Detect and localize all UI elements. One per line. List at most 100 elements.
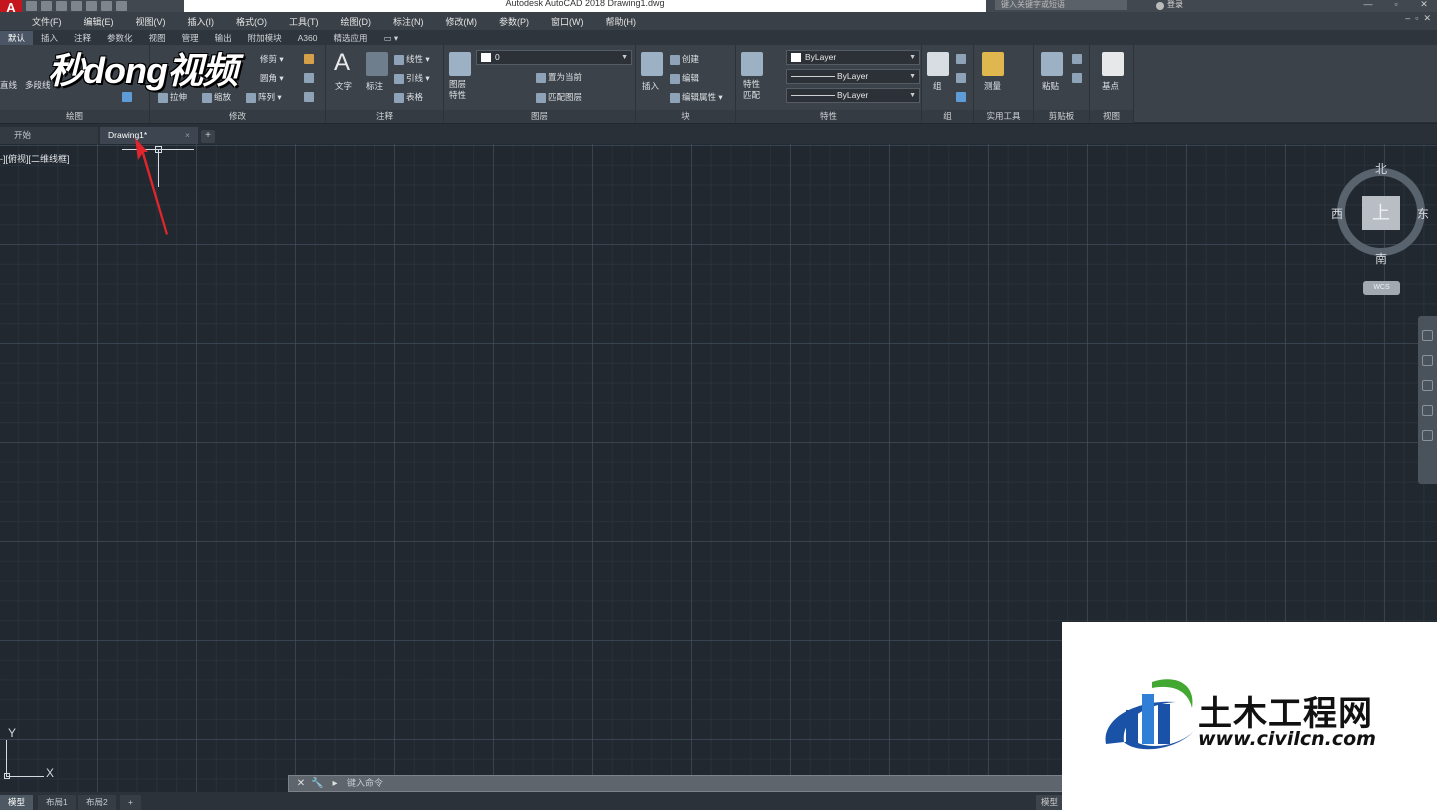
match-properties-button[interactable]: 特性 匹配 xyxy=(743,79,760,101)
menu-insert[interactable]: 插入(I) xyxy=(188,15,215,28)
lineweight-dropdown[interactable]: ByLayer ▼ xyxy=(786,88,920,103)
pan-icon[interactable] xyxy=(1422,355,1433,366)
match-layer-button[interactable]: 匹配图层 xyxy=(536,91,582,103)
showmotion-icon[interactable] xyxy=(1422,430,1433,441)
viewcube[interactable]: 上 北 南 东 西 xyxy=(1331,162,1429,266)
tab-default[interactable]: 默认 xyxy=(0,31,34,45)
menu-dimension[interactable]: 标注(N) xyxy=(393,15,424,28)
model-space-button[interactable]: 模型 xyxy=(1036,795,1064,810)
viewcube-south[interactable]: 南 xyxy=(1375,250,1387,267)
undo-icon[interactable] xyxy=(101,1,112,11)
array-button[interactable]: 阵列 ▾ xyxy=(246,91,282,103)
ungroup-icon[interactable] xyxy=(956,53,968,64)
insert-block-button[interactable]: 插入 xyxy=(642,80,659,92)
viewcube-east[interactable]: 东 xyxy=(1417,205,1429,222)
set-current-button[interactable]: 置为当前 xyxy=(536,71,582,83)
menu-format[interactable]: 格式(O) xyxy=(236,15,267,28)
wrench-icon[interactable]: 🔧 xyxy=(311,777,323,790)
layer-dropdown[interactable]: 0 ▼ xyxy=(476,50,632,65)
fillet-button[interactable]: 圆角 ▾ xyxy=(260,72,284,84)
panel-title-clipboard[interactable]: 剪贴板 xyxy=(1034,110,1089,123)
tab-model[interactable]: 模型 xyxy=(0,795,34,810)
group-button[interactable]: 组 xyxy=(933,80,942,92)
menu-view[interactable]: 视图(V) xyxy=(136,15,166,28)
linear-button[interactable]: 线性 ▾ xyxy=(394,53,430,65)
steering-wheel-icon[interactable] xyxy=(1422,330,1433,341)
panel-title-properties[interactable]: 特性 xyxy=(736,110,921,123)
layer-properties-icon[interactable] xyxy=(449,52,471,76)
mdi-controls[interactable]: – ▫ ✕ xyxy=(1405,13,1431,24)
menu-help[interactable]: 帮助(H) xyxy=(606,15,637,28)
tab-featured-apps[interactable]: 精选应用 xyxy=(325,31,375,45)
line-button[interactable]: 直线 xyxy=(0,79,17,91)
panel-title-block[interactable]: 块 xyxy=(636,110,735,123)
zoom-extents-icon[interactable] xyxy=(1422,380,1433,391)
text-icon[interactable]: A xyxy=(334,49,350,77)
orbit-icon[interactable] xyxy=(1422,405,1433,416)
paste-icon[interactable] xyxy=(1041,52,1063,76)
wcs-menu[interactable]: WCS xyxy=(1363,281,1400,295)
polyline-button[interactable]: 多段线 xyxy=(25,79,51,91)
dimension-icon[interactable] xyxy=(366,52,388,76)
open-icon[interactable] xyxy=(41,1,52,11)
table-button[interactable]: 表格 xyxy=(394,91,423,103)
close-tab-icon[interactable]: × xyxy=(185,127,190,144)
new-icon[interactable] xyxy=(26,1,37,11)
trim-button[interactable]: 修剪 ▾ xyxy=(260,53,284,65)
tab-a360[interactable]: A360 xyxy=(290,31,326,45)
group-edit-icon[interactable] xyxy=(956,72,968,83)
tab-start[interactable]: 开始 xyxy=(0,127,98,144)
tab-layout2[interactable]: 布局2 xyxy=(78,795,116,810)
base-view-icon[interactable] xyxy=(1102,52,1124,76)
tab-addins[interactable]: 附加模块 xyxy=(240,31,290,45)
new-tab-button[interactable]: + xyxy=(201,130,215,143)
color-dropdown[interactable]: ByLayer ▼ xyxy=(786,50,920,65)
search-input[interactable]: 键入关键字或短语 xyxy=(995,0,1127,10)
ribbon-options-icon[interactable]: ▭ ▾ xyxy=(376,31,407,45)
recent-commands-icon[interactable]: ▸ xyxy=(329,777,341,790)
viewport-controls[interactable]: -][俯视][二维线框] xyxy=(0,152,70,165)
viewcube-north[interactable]: 北 xyxy=(1375,160,1387,177)
minimize-button[interactable]: — xyxy=(1358,0,1378,12)
panel-title-groups[interactable]: 组 xyxy=(922,110,973,123)
menu-parametric[interactable]: 参数(P) xyxy=(499,15,529,28)
measure-icon[interactable] xyxy=(982,52,1004,76)
viewcube-top-face[interactable]: 上 xyxy=(1362,196,1400,230)
dimension-button[interactable]: 标注 xyxy=(366,80,383,92)
close-button[interactable]: ✕ xyxy=(1414,0,1434,12)
group-select-icon[interactable] xyxy=(956,91,968,102)
close-icon[interactable]: ✕ xyxy=(295,777,307,790)
edit-block-button[interactable]: 编辑 xyxy=(670,72,699,84)
base-view-button[interactable]: 基点 xyxy=(1102,80,1119,92)
command-line[interactable]: ✕ 🔧 ▸ 键入命令 xyxy=(288,775,1068,792)
menu-window[interactable]: 窗口(W) xyxy=(551,15,584,28)
panel-title-utilities[interactable]: 实用工具 xyxy=(974,110,1033,123)
viewcube-west[interactable]: 西 xyxy=(1331,205,1343,222)
layer-properties-button[interactable]: 图层 特性 xyxy=(449,79,466,101)
login-button[interactable]: 登录 xyxy=(1138,0,1258,12)
measure-button[interactable]: 测量 xyxy=(984,80,1001,92)
save-icon[interactable] xyxy=(56,1,67,11)
leader-button[interactable]: 引线 ▾ xyxy=(394,72,430,84)
tab-layout1[interactable]: 布局1 xyxy=(38,795,76,810)
menu-file[interactable]: 文件(F) xyxy=(32,15,62,28)
linetype-dropdown[interactable]: ByLayer ▼ xyxy=(786,69,920,84)
match-properties-icon[interactable] xyxy=(741,52,763,76)
panel-title-draw[interactable]: 绘图 xyxy=(0,110,149,123)
panel-title-view[interactable]: 视图 xyxy=(1090,110,1133,123)
paste-button[interactable]: 粘贴 xyxy=(1042,80,1059,92)
menu-modify[interactable]: 修改(M) xyxy=(446,15,478,28)
cut-icon[interactable] xyxy=(1072,53,1084,64)
edit-attributes-button[interactable]: 编辑属性 ▾ xyxy=(670,91,723,103)
copy-clip-icon[interactable] xyxy=(1072,72,1084,83)
print-icon[interactable] xyxy=(86,1,97,11)
add-layout-button[interactable]: + xyxy=(120,795,141,810)
menu-tools[interactable]: 工具(T) xyxy=(289,15,319,28)
group-icon[interactable] xyxy=(927,52,949,76)
explode-icon[interactable] xyxy=(304,72,316,83)
insert-block-icon[interactable] xyxy=(641,52,663,76)
panel-title-layers[interactable]: 图层 xyxy=(444,110,635,123)
erase-icon[interactable] xyxy=(304,53,316,64)
menu-edit[interactable]: 编辑(E) xyxy=(84,15,114,28)
create-block-button[interactable]: 创建 xyxy=(670,53,699,65)
